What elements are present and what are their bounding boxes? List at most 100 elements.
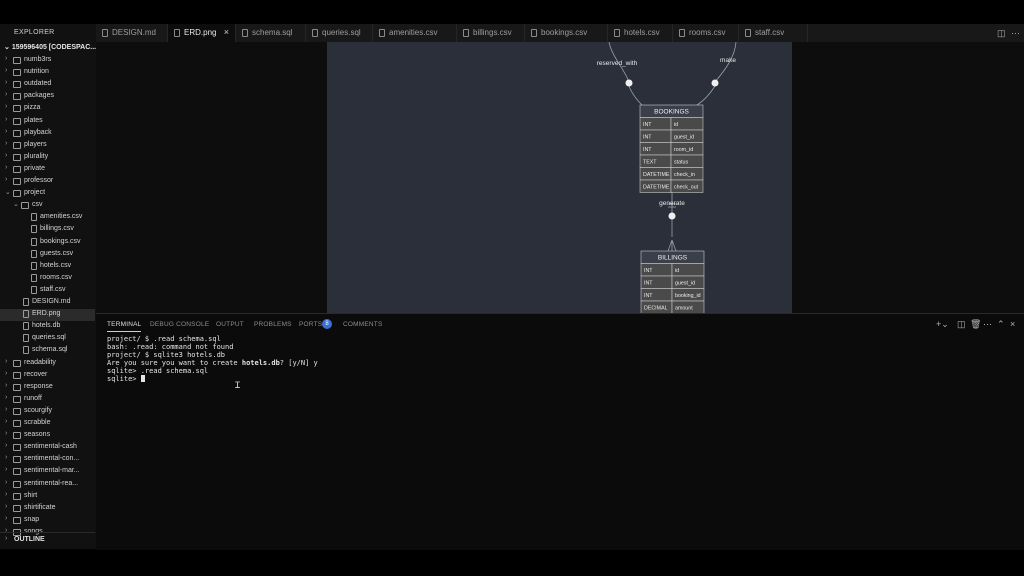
tree-item-label: schema.sql bbox=[32, 346, 68, 354]
tab-erd-png[interactable]: ERD.png × bbox=[168, 24, 236, 42]
file-item[interactable]: ERD.png bbox=[0, 309, 95, 322]
confirm-filename: hotels.db bbox=[241, 359, 280, 367]
folder-icon bbox=[13, 395, 21, 403]
folder-item[interactable]: ⌄ csv bbox=[0, 200, 95, 212]
tab-rooms-csv[interactable]: rooms.csv bbox=[673, 24, 739, 42]
folder-icon bbox=[13, 81, 21, 89]
folder-item[interactable]: › players bbox=[0, 140, 95, 152]
folder-icon bbox=[13, 444, 21, 452]
workspace-root[interactable]: ⌄ 159596405 [CODESPAC... bbox=[4, 43, 96, 51]
folder-item[interactable]: › shirtificate bbox=[0, 503, 95, 515]
new-terminal-icon[interactable]: +⌄ bbox=[936, 319, 949, 330]
tab-terminal[interactable]: TERMINAL bbox=[107, 321, 142, 332]
maximize-panel-icon[interactable]: ⌃ bbox=[997, 319, 1005, 330]
close-icon[interactable]: × bbox=[224, 27, 229, 37]
folder-item[interactable]: › snap bbox=[0, 515, 95, 527]
more-actions-icon[interactable]: ⋯ bbox=[1011, 28, 1020, 39]
folder-item[interactable]: › recover bbox=[0, 370, 95, 382]
file-item[interactable]: DESIGN.md bbox=[0, 297, 95, 309]
file-icon bbox=[312, 29, 318, 37]
folder-item[interactable]: › packages bbox=[0, 91, 95, 103]
folder-item[interactable]: › response bbox=[0, 382, 95, 394]
tab-queries-sql[interactable]: queries.sql bbox=[306, 24, 373, 42]
file-item[interactable]: hotels.csv bbox=[0, 261, 95, 273]
split-terminal-icon[interactable]: ◫ bbox=[957, 319, 966, 330]
column-type: TEXT bbox=[643, 159, 657, 165]
chevron-right-icon: › bbox=[5, 381, 8, 389]
tab-staff-csv[interactable]: staff.csv bbox=[739, 24, 808, 42]
chevron-right-icon: › bbox=[5, 151, 8, 159]
bookings-entity: BOOKINGSINT idINT guest_idINT room_idTEXT st… bbox=[639, 104, 704, 193]
tab-amenities-csv[interactable]: amenities.csv bbox=[373, 24, 457, 42]
split-editor-icon[interactable]: ◫ bbox=[997, 28, 1006, 39]
tab-billings-csv[interactable]: billings.csv bbox=[457, 24, 525, 42]
tab-schema-sql[interactable]: schema.sql bbox=[236, 24, 306, 42]
folder-item[interactable]: › nutrition bbox=[0, 67, 95, 79]
tab-ports[interactable]: PORTS bbox=[299, 321, 322, 328]
folder-item[interactable]: › scourgify bbox=[0, 406, 95, 418]
folder-item[interactable]: › professor bbox=[0, 176, 95, 188]
file-icon bbox=[31, 249, 37, 258]
billings-entity: BILLINGS INT id INT guest_id INT booking_id DEC… bbox=[640, 250, 705, 313]
column-name: booking_id bbox=[675, 293, 701, 299]
folder-item[interactable]: › outdated bbox=[0, 79, 95, 91]
file-item[interactable]: billings.csv bbox=[0, 224, 95, 236]
chevron-right-icon: › bbox=[5, 176, 8, 183]
tab-problems[interactable]: PROBLEMS bbox=[254, 321, 292, 328]
folder-item[interactable]: › sentimental-con... bbox=[0, 454, 95, 466]
tree-item-label: billings.csv bbox=[40, 225, 74, 233]
tab-bookings-csv[interactable]: bookings.csv bbox=[525, 24, 608, 42]
tree-item-label: recover bbox=[24, 370, 48, 378]
folder-item[interactable]: › sentimental-mar... bbox=[0, 466, 95, 478]
file-icon bbox=[31, 237, 37, 246]
folder-item[interactable]: › pizza bbox=[0, 103, 95, 115]
file-item[interactable]: hotels.db bbox=[0, 321, 95, 333]
file-item[interactable]: rooms.csv bbox=[0, 273, 95, 285]
folder-item[interactable]: › numb3rs bbox=[0, 55, 95, 67]
folder-item[interactable]: › shirt bbox=[0, 491, 95, 503]
folder-item[interactable]: › runoff bbox=[0, 394, 95, 406]
folder-item[interactable]: › playback bbox=[0, 128, 95, 140]
tab-output[interactable]: OUTPUT bbox=[216, 321, 244, 328]
close-panel-icon[interactable]: × bbox=[1010, 319, 1015, 329]
tab-debug-console[interactable]: DEBUG CONSOLE bbox=[150, 321, 209, 328]
folder-item[interactable]: › sentimental-rea... bbox=[0, 479, 95, 491]
chevron-right-icon: › bbox=[5, 67, 8, 75]
tree-item-label: outdated bbox=[24, 80, 52, 88]
tab-hotels-csv[interactable]: hotels.csv bbox=[608, 24, 673, 42]
chevron-down-icon: ⌄ bbox=[5, 189, 11, 197]
folder-item[interactable]: › sentimental-cash bbox=[0, 442, 95, 454]
chevron-right-icon: › bbox=[5, 103, 8, 111]
chevron-right-icon: › bbox=[5, 369, 8, 377]
tab-label: billings.csv bbox=[473, 28, 512, 37]
trash-icon[interactable]: 🗑 bbox=[970, 319, 981, 330]
file-item[interactable]: bookings.csv bbox=[0, 237, 95, 249]
more-actions-icon[interactable]: ⋯ bbox=[983, 319, 992, 330]
chevron-right-icon: › bbox=[5, 418, 8, 425]
tab-design-md[interactable]: DESIGN.md bbox=[96, 24, 168, 42]
folder-item[interactable]: › private bbox=[0, 164, 95, 176]
folder-item[interactable]: › plurality bbox=[0, 152, 95, 164]
terminal-line-confirm: Are you sure you want to create hotels.d… bbox=[107, 359, 318, 367]
terminal-prompt-line: sqlite> bbox=[107, 375, 318, 383]
file-item[interactable]: guests.csv bbox=[0, 249, 95, 261]
terminal-output[interactable]: project/ $ .read schema.sql bash: .read:… bbox=[107, 335, 318, 383]
file-item[interactable]: schema.sql bbox=[0, 345, 95, 357]
outline-section[interactable]: › OUTLINE bbox=[0, 532, 95, 547]
folder-item[interactable]: › readability bbox=[0, 358, 95, 370]
file-item[interactable]: queries.sql bbox=[0, 333, 95, 345]
tree-item-label: sentimental-mar... bbox=[24, 467, 80, 475]
folder-item[interactable]: › plates bbox=[0, 116, 95, 128]
column-name: amount bbox=[675, 305, 693, 311]
column-name: guest_id bbox=[674, 134, 694, 140]
column-name: check_in bbox=[674, 172, 695, 178]
column-type: DECIMAL bbox=[644, 305, 668, 311]
folder-item[interactable]: › scrabble bbox=[0, 418, 95, 430]
folder-item[interactable]: › seasons bbox=[0, 430, 95, 442]
tab-comments[interactable]: COMMENTS bbox=[343, 321, 383, 328]
file-item[interactable]: staff.csv bbox=[0, 285, 95, 297]
file-item[interactable]: amenities.csv bbox=[0, 212, 95, 224]
file-icon bbox=[31, 285, 37, 294]
folder-item[interactable]: ⌄ project bbox=[0, 188, 95, 200]
tree-item-label: csv bbox=[32, 201, 43, 209]
